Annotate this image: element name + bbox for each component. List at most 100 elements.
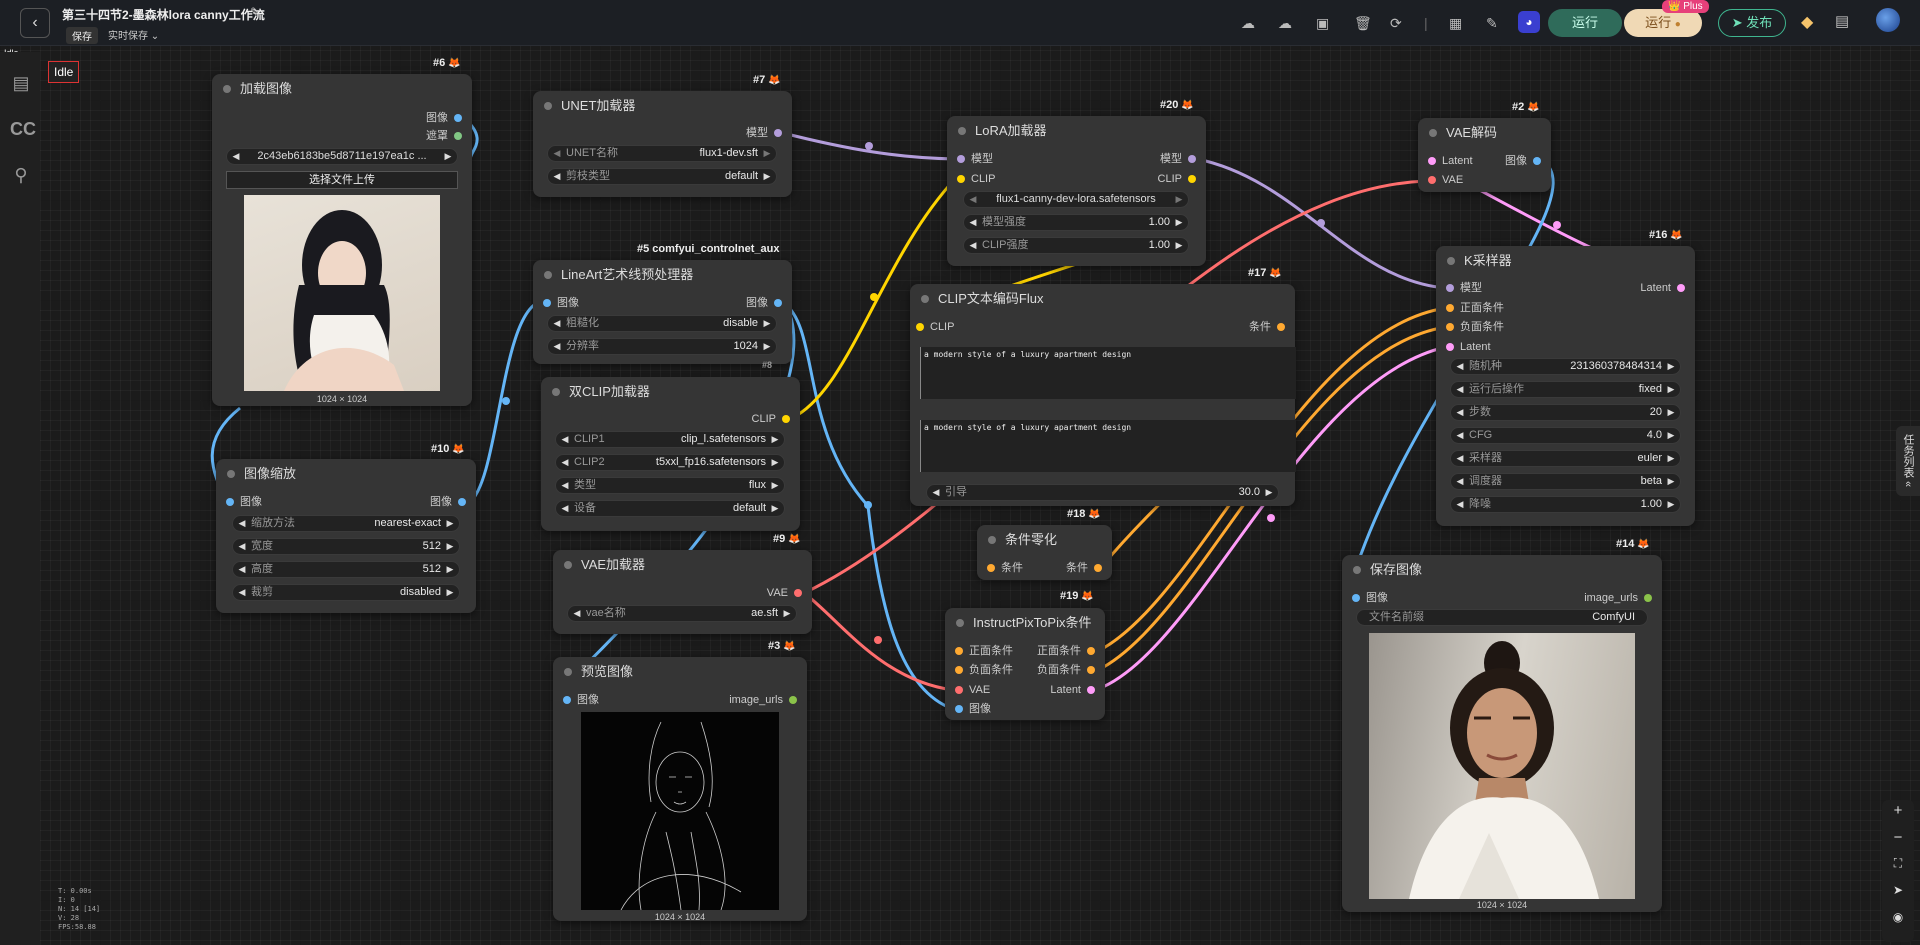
node-lora-loader[interactable]: LoRA加载器 模型 模型 CLIP CLIP ◀ flux1-canny-dev… <box>947 116 1206 266</box>
output-image[interactable]: 图像 <box>430 494 466 510</box>
output-image[interactable]: 图像 <box>1505 153 1541 169</box>
arrow-right-icon[interactable]: ▶ <box>442 149 454 164</box>
node-unet-loader[interactable]: UNET加载器 模型 ◀ UNET名称 flux1-dev.sft ▶ ◀ 剪枝类型 de… <box>533 91 792 197</box>
arrow-right-icon[interactable]: ▶ <box>1665 382 1677 397</box>
arrow-right-icon[interactable]: ▶ <box>444 562 456 577</box>
node-clip-text-encode-flux[interactable]: CLIP文本编码Flux CLIP 条件 a modern style of a… <box>910 284 1296 506</box>
zoom-in-icon[interactable]: + <box>1882 802 1914 819</box>
output-image[interactable]: 图像 <box>426 110 462 126</box>
node-instruct-pix2pix-conditioning[interactable]: InstructPixToPix条件 正面条件 正面条件 负面条件 负面条件 V… <box>945 608 1105 720</box>
widget-clip-strength[interactable]: ◀ CLIP强度 1.00 ▶ <box>963 237 1189 254</box>
widget-clip2[interactable]: ◀ CLIP2 t5xxl_fp16.safetensors ▶ <box>555 454 785 471</box>
widget-resolution[interactable]: ◀ 分辨率 1024 ▶ <box>547 338 777 355</box>
widget-unet-name[interactable]: ◀ UNET名称 flux1-dev.sft ▶ <box>547 145 777 162</box>
output-conditioning[interactable]: 条件 <box>1249 319 1285 335</box>
widget-device[interactable]: ◀ 设备 default ▶ <box>555 500 785 517</box>
arrow-left-icon[interactable]: ◀ <box>967 238 979 253</box>
arrow-right-icon[interactable]: ▶ <box>1173 215 1185 230</box>
output-image[interactable]: 图像 <box>746 295 782 311</box>
arrow-right-icon[interactable]: ▶ <box>769 501 781 516</box>
clip-l-textarea[interactable]: a modern style of a luxury apartment des… <box>920 347 1296 399</box>
widget-width[interactable]: ◀ 宽度 512 ▶ <box>232 538 460 555</box>
widget-type[interactable]: ◀ 类型 flux ▶ <box>555 477 785 494</box>
input-positive[interactable]: 正面条件 <box>955 643 1013 659</box>
node-vae-loader[interactable]: VAE加载器 VAE ◀ vae名称 ae.sft ▶ <box>553 550 812 634</box>
arrow-right-icon[interactable]: ▶ <box>781 606 793 621</box>
output-positive[interactable]: 正面条件 <box>1037 643 1095 659</box>
arrow-right-icon[interactable]: ▶ <box>1263 485 1275 500</box>
arrow-right-icon[interactable]: ▶ <box>1665 405 1677 420</box>
input-conditioning[interactable]: 条件 <box>987 560 1023 576</box>
widget-scheduler[interactable]: ◀ 调度器 beta ▶ <box>1450 473 1681 490</box>
arrow-left-icon[interactable]: ◀ <box>559 455 571 470</box>
arrow-right-icon[interactable]: ▶ <box>761 316 773 331</box>
arrow-left-icon[interactable]: ◀ <box>551 169 563 184</box>
arrow-left-icon[interactable]: ◀ <box>1454 382 1466 397</box>
node-vae-decode[interactable]: VAE解码 Latent 图像 VAE <box>1418 118 1551 192</box>
arrow-left-icon[interactable]: ◀ <box>551 146 563 161</box>
output-mask[interactable]: 遮罩 <box>426 128 462 144</box>
input-positive[interactable]: 正面条件 <box>1446 300 1504 316</box>
widget-crop[interactable]: ◀ 裁剪 disabled ▶ <box>232 584 460 601</box>
node-image-scale[interactable]: 图像缩放 图像 图像 ◀ 缩放方法 nearest-exact ▶ ◀ 宽度 512 ▶ ◀… <box>216 459 476 613</box>
input-image[interactable]: 图像 <box>1352 590 1388 606</box>
arrow-right-icon[interactable]: ▶ <box>444 516 456 531</box>
input-model[interactable]: 模型 <box>957 151 993 167</box>
arrow-left-icon[interactable]: ◀ <box>236 539 248 554</box>
input-negative[interactable]: 负面条件 <box>1446 319 1504 335</box>
arrow-left-icon[interactable]: ◀ <box>236 516 248 531</box>
input-clip[interactable]: CLIP <box>957 171 995 187</box>
output-conditioning[interactable]: 条件 <box>1066 560 1102 576</box>
node-load-image[interactable]: 加载图像 图像 遮罩 ◀ 2c43eb6183be5d8711e197ea1c .… <box>212 74 472 406</box>
arrow-left-icon[interactable]: ◀ <box>1454 405 1466 420</box>
arrow-left-icon[interactable]: ◀ <box>571 606 583 621</box>
widget-sampler[interactable]: ◀ 采样器 euler ▶ <box>1450 450 1681 467</box>
node-save-image[interactable]: 保存图像 图像 image_urls 文件名前缀 ComfyUI 1024 × 1… <box>1342 555 1662 912</box>
arrow-right-icon[interactable]: ▶ <box>1665 497 1677 512</box>
widget-model-strength[interactable]: ◀ 模型强度 1.00 ▶ <box>963 214 1189 231</box>
output-latent[interactable]: Latent <box>1640 280 1685 296</box>
widget-upscale-method[interactable]: ◀ 缩放方法 nearest-exact ▶ <box>232 515 460 532</box>
node-conditioning-zero-out[interactable]: 条件零化 条件 条件 <box>977 525 1112 580</box>
input-model[interactable]: 模型 <box>1446 280 1482 296</box>
arrow-left-icon[interactable]: ◀ <box>559 478 571 493</box>
arrow-right-icon[interactable]: ▶ <box>761 169 773 184</box>
input-negative[interactable]: 负面条件 <box>955 662 1013 678</box>
widget-clip1[interactable]: ◀ CLIP1 clip_l.safetensors ▶ <box>555 431 785 448</box>
arrow-left-icon[interactable]: ◀ <box>930 485 942 500</box>
eye-icon[interactable]: ◉ <box>1882 910 1914 924</box>
output-clip[interactable]: CLIP <box>752 411 790 427</box>
input-latent[interactable]: Latent <box>1446 339 1491 355</box>
input-latent[interactable]: Latent <box>1428 153 1473 169</box>
output-model[interactable]: 模型 <box>746 125 782 141</box>
widget-denoise[interactable]: ◀ 降噪 1.00 ▶ <box>1450 496 1681 513</box>
widget-lora-name[interactable]: ◀ flux1-canny-dev-lora.safetensors ▶ <box>963 191 1189 208</box>
input-image[interactable]: 图像 <box>955 701 991 717</box>
image-file-select[interactable]: ◀ 2c43eb6183be5d8711e197ea1c ... ▶ <box>226 148 458 165</box>
zoom-out-icon[interactable]: − <box>1882 829 1914 846</box>
arrow-left-icon[interactable]: ◀ <box>551 339 563 354</box>
output-negative[interactable]: 负面条件 <box>1037 662 1095 678</box>
arrow-right-icon[interactable]: ▶ <box>769 478 781 493</box>
fit-view-icon[interactable]: ⛶ <box>1882 856 1914 871</box>
arrow-right-icon[interactable]: ▶ <box>1665 474 1677 489</box>
input-image[interactable]: 图像 <box>543 295 579 311</box>
widget-weight-dtype[interactable]: ◀ 剪枝类型 default ▶ <box>547 168 777 185</box>
arrow-left-icon[interactable]: ◀ <box>1454 474 1466 489</box>
input-vae[interactable]: VAE <box>955 682 990 698</box>
widget-steps[interactable]: ◀ 步数 20 ▶ <box>1450 404 1681 421</box>
output-clip[interactable]: CLIP <box>1158 171 1196 187</box>
arrow-left-icon[interactable]: ◀ <box>559 501 571 516</box>
input-vae[interactable]: VAE <box>1428 172 1463 188</box>
arrow-left-icon[interactable]: ◀ <box>1454 451 1466 466</box>
arrow-right-icon[interactable]: ▶ <box>769 455 781 470</box>
node-dual-clip-loader[interactable]: 双CLIP加载器 CLIP ◀ CLIP1 clip_l.safetensors ▶ … <box>541 377 800 531</box>
input-clip[interactable]: CLIP <box>916 319 954 335</box>
node-lineart-preprocessor[interactable]: LineArt艺术线预处理器 图像 图像 ◀ 粗糙化 disable ▶ ◀ 分辨率 10… <box>533 260 792 364</box>
arrow-right-icon[interactable]: ▶ <box>444 539 456 554</box>
node-ksampler[interactable]: K采样器 模型 Latent 正面条件 负面条件 Latent ◀ 随机种 2313… <box>1436 246 1695 526</box>
upload-button[interactable]: 选择文件上传 <box>226 171 458 189</box>
arrow-right-icon[interactable]: ▶ <box>769 432 781 447</box>
arrow-right-icon[interactable]: ▶ <box>1665 451 1677 466</box>
arrow-right-icon[interactable]: ▶ <box>1665 428 1677 443</box>
